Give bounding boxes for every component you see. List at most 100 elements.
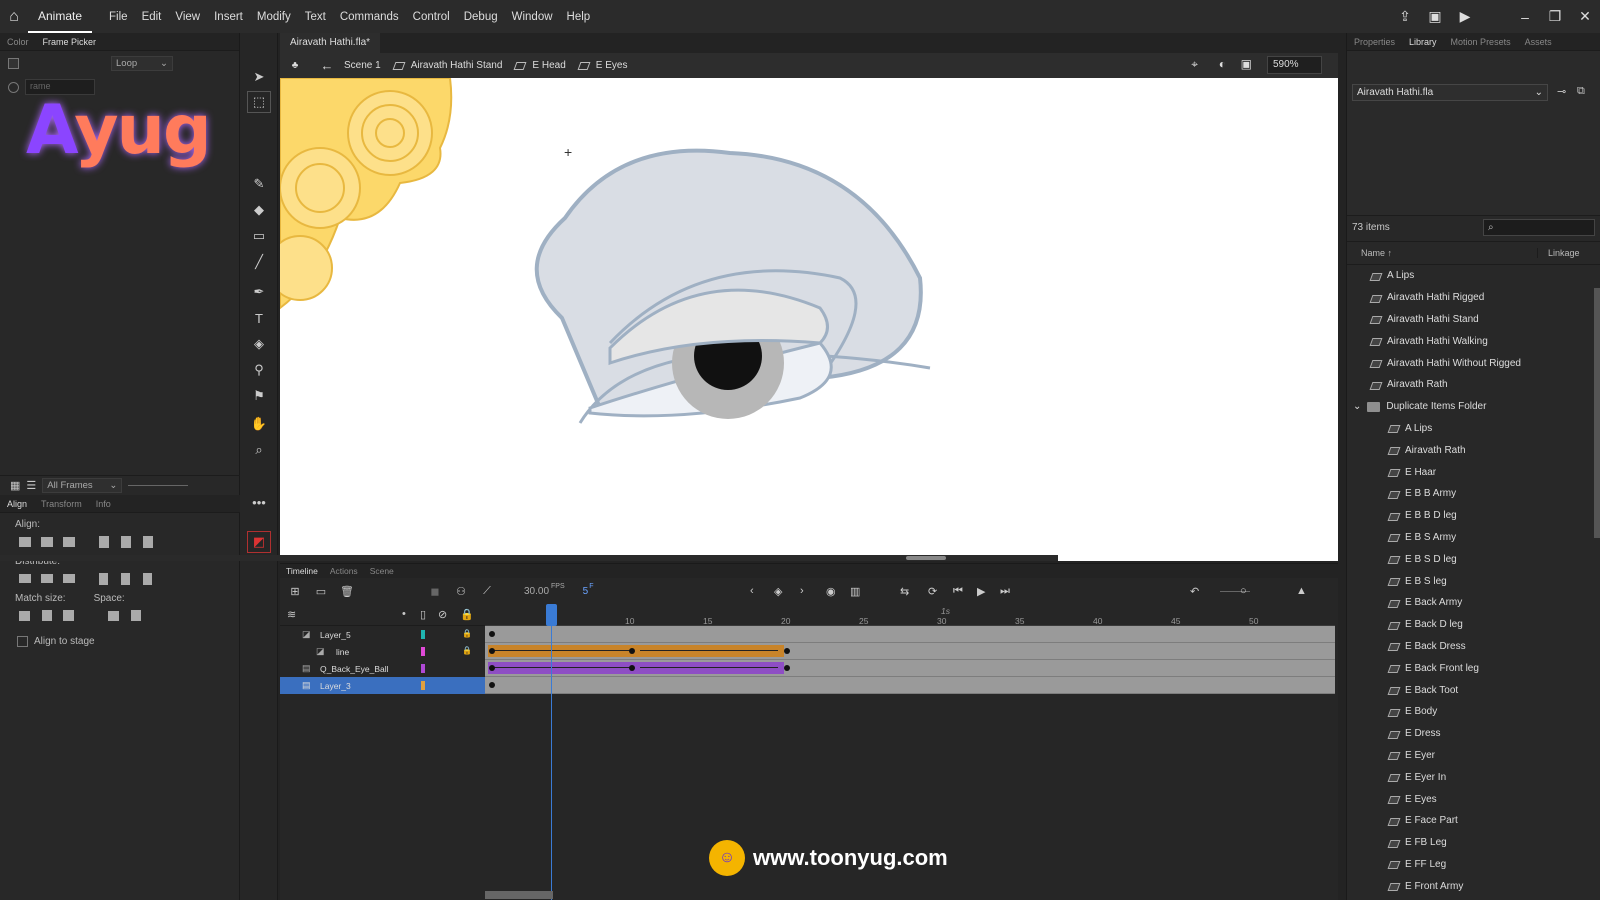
menu-file[interactable]: File — [102, 11, 135, 23]
chevron-down-icon[interactable]: ⌄ — [1353, 401, 1361, 412]
loop-playback-icon[interactable]: ⟳ — [928, 585, 937, 598]
distribute-vcenter-icon[interactable] — [38, 570, 55, 587]
radio-icon[interactable] — [8, 81, 19, 93]
library-item[interactable]: E Eyes — [1347, 788, 1600, 810]
library-item[interactable]: Airavath Hathi Without Rigged — [1347, 352, 1600, 374]
slider-knob-icon[interactable]: ○ — [1240, 585, 1247, 597]
distribute-right-icon[interactable] — [139, 570, 156, 587]
tab-transform[interactable]: Transform — [34, 499, 89, 509]
document-tab[interactable]: Airavath Hathi.fla* — [280, 33, 381, 53]
tab-color[interactable]: Color — [0, 37, 36, 47]
match-width-icon[interactable] — [16, 607, 33, 624]
distribute-left-icon[interactable] — [95, 570, 112, 587]
clip-content-icon[interactable]: ◐ — [1219, 57, 1226, 71]
prev-keyframe-icon[interactable]: ‹ — [750, 585, 754, 597]
brush-tool-icon[interactable]: ✎ — [247, 173, 271, 195]
layer-row[interactable]: ◪ line 🔒 — [280, 643, 485, 660]
keyframe[interactable] — [489, 682, 495, 688]
align-hcenter-icon[interactable] — [38, 533, 55, 550]
library-item[interactable]: Airavath Hathi Rigged — [1347, 287, 1600, 309]
layer-color-swatch[interactable] — [421, 681, 425, 690]
camera-icon[interactable]: ◼ — [422, 585, 448, 598]
share-icon[interactable]: ⇪ — [1390, 8, 1420, 25]
motion-tween[interactable] — [636, 645, 784, 657]
library-folder[interactable]: ⌄ Duplicate Items Folder — [1347, 396, 1600, 418]
library-item[interactable]: E Dress — [1347, 723, 1600, 745]
distribute-top-icon[interactable] — [16, 570, 33, 587]
new-folder-icon[interactable]: ▭ — [308, 585, 334, 598]
align-to-stage-checkbox[interactable] — [17, 636, 28, 647]
graph-icon[interactable]: ⟋ — [474, 585, 500, 598]
list-view-icon[interactable]: ☰ — [26, 479, 36, 492]
library-item[interactable]: E Back Dress — [1347, 636, 1600, 658]
keyframe[interactable] — [629, 648, 635, 654]
library-item[interactable]: E Haar — [1347, 461, 1600, 483]
test-movie-icon[interactable]: ▶ — [1450, 8, 1480, 25]
menu-debug[interactable]: Debug — [457, 11, 505, 23]
undo-icon[interactable]: ↶ — [1190, 585, 1199, 598]
back-arrow-icon[interactable]: ← — [310, 58, 344, 73]
zoom-tool-icon[interactable]: ⌕ — [247, 439, 271, 461]
keyframe[interactable] — [489, 631, 495, 637]
next-keyframe-icon[interactable]: › — [800, 585, 804, 597]
outline-icon[interactable]: ▯ — [420, 608, 426, 621]
tab-properties[interactable]: Properties — [1347, 37, 1402, 47]
fps-value[interactable]: 30.00 — [524, 586, 549, 597]
library-item[interactable]: E FB Leg — [1347, 832, 1600, 854]
align-left-icon[interactable] — [16, 533, 33, 550]
tab-scene[interactable]: Scene — [364, 566, 400, 576]
tab-align[interactable]: Align — [0, 499, 34, 509]
motion-tween[interactable] — [488, 662, 636, 674]
library-item[interactable]: E B B Army — [1347, 483, 1600, 505]
library-item[interactable]: E Back Toot — [1347, 679, 1600, 701]
line-tool-icon[interactable]: ╱ — [247, 251, 271, 273]
breadcrumb-eyes[interactable]: E Eyes — [578, 59, 628, 71]
distribute-hcenter-icon[interactable] — [117, 570, 134, 587]
frame-ruler[interactable]: 1s 5 10 15 20 25 30 35 40 45 50 — [485, 604, 1335, 626]
motion-tween[interactable] — [488, 645, 636, 657]
library-item[interactable]: E Back Front leg — [1347, 657, 1600, 679]
layer-color-swatch[interactable] — [421, 664, 425, 673]
hand-tool-icon[interactable]: ✋ — [247, 413, 271, 435]
eyedropper-icon[interactable]: ⚲ — [247, 359, 271, 381]
menu-commands[interactable]: Commands — [333, 11, 406, 23]
lock-icon[interactable]: 🔒 — [462, 646, 472, 655]
library-item[interactable]: A Lips — [1347, 418, 1600, 440]
layer-row[interactable]: ▤ Q_Back_Eye_Ball — [280, 660, 485, 677]
text-tool-icon[interactable]: T — [247, 307, 271, 329]
library-item[interactable]: Airavath Hathi Walking — [1347, 330, 1600, 352]
pin-library-icon[interactable]: ⊸ — [1557, 85, 1566, 98]
zoom-slider[interactable] — [128, 485, 189, 486]
align-bottom-icon[interactable] — [139, 533, 156, 550]
library-item[interactable]: E FF Leg — [1347, 854, 1600, 876]
paint-bucket-icon[interactable]: ◈ — [247, 333, 271, 355]
tab-frame-picker[interactable]: Frame Picker — [36, 37, 104, 47]
current-frame[interactable]: 5 — [583, 586, 589, 597]
distribute-bottom-icon[interactable] — [60, 570, 77, 587]
library-item[interactable]: E B B D leg — [1347, 505, 1600, 527]
frame-grid[interactable] — [485, 626, 1335, 694]
library-item[interactable]: E B S Army — [1347, 527, 1600, 549]
lock-all-icon[interactable]: 🔒 — [460, 608, 474, 621]
layer-name[interactable]: Layer_3 — [320, 681, 351, 691]
layer-name[interactable]: Layer_5 — [320, 630, 351, 640]
match-both-icon[interactable] — [60, 607, 77, 624]
menu-control[interactable]: Control — [406, 11, 457, 23]
pen-tool-icon[interactable]: ✒ — [247, 281, 271, 303]
motion-tween[interactable] — [636, 662, 784, 674]
tab-info[interactable]: Info — [89, 499, 118, 509]
layers-icon[interactable]: ≋ — [287, 608, 296, 621]
center-stage-icon[interactable]: ⌖ — [1191, 57, 1198, 72]
tab-timeline[interactable]: Timeline — [280, 566, 324, 576]
minimize-icon[interactable]: – — [1510, 9, 1540, 25]
keyframe[interactable] — [784, 648, 790, 654]
timeline-scroll-thumb[interactable] — [485, 891, 553, 899]
more-tools-icon[interactable]: ••• — [247, 491, 271, 513]
keyframe[interactable] — [784, 665, 790, 671]
stage-canvas[interactable]: + — [280, 78, 1338, 561]
menu-insert[interactable]: Insert — [207, 11, 250, 23]
library-item[interactable]: E Face Part — [1347, 810, 1600, 832]
layer-name[interactable]: line — [336, 647, 349, 657]
breadcrumb-scene[interactable]: Scene 1 — [344, 60, 381, 71]
library-item[interactable]: Airavath Rath — [1347, 374, 1600, 396]
